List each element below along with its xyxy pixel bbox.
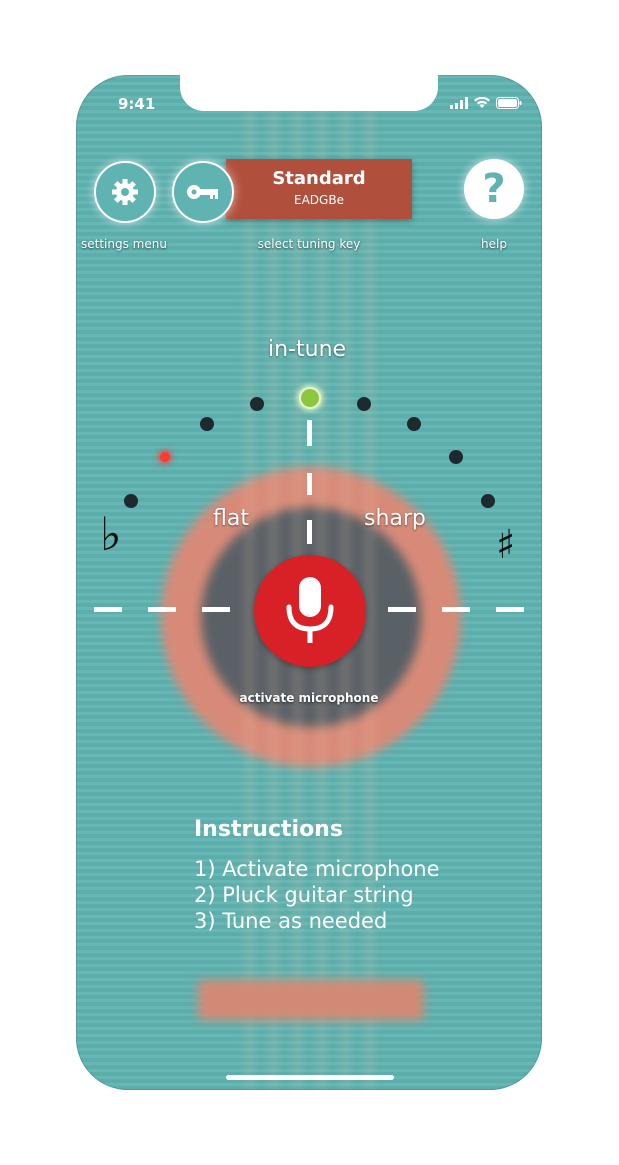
signal-icon xyxy=(450,97,468,109)
key-icon xyxy=(187,185,218,199)
status-icons xyxy=(450,97,522,109)
instruction-step: 1) Activate microphone xyxy=(194,857,440,881)
device-notch xyxy=(180,75,438,111)
battery-icon xyxy=(496,97,522,109)
microphone-icon xyxy=(286,577,334,643)
sharp-indicator-dot xyxy=(407,417,421,431)
help-button[interactable]: ? xyxy=(464,159,524,219)
flat-label: flat xyxy=(213,506,249,531)
instruction-step: 2) Pluck guitar string xyxy=(194,883,414,907)
flat-indicator-dot xyxy=(200,417,214,431)
flat-indicator-dot-active xyxy=(160,452,170,462)
in-tune-label: in-tune xyxy=(268,337,347,362)
horizontal-line-dash xyxy=(442,607,470,612)
help-label: help xyxy=(481,237,507,251)
instructions-title: Instructions xyxy=(194,817,343,842)
phone-screen: 9:41 settings menu Standard EADGBe selec… xyxy=(76,75,542,1090)
center-line-dash xyxy=(307,520,312,544)
horizontal-line-dash xyxy=(388,607,416,612)
tuning-selector[interactable]: Standard EADGBe xyxy=(226,159,412,219)
horizontal-line-dash xyxy=(202,607,230,612)
microphone-label: activate microphone xyxy=(239,691,379,705)
guitar-bridge xyxy=(198,980,424,1020)
tuning-name: Standard xyxy=(272,168,366,189)
help-icon: ? xyxy=(482,166,506,212)
guitar-string xyxy=(248,75,251,1090)
horizontal-line-dash xyxy=(148,607,176,612)
flat-indicator-dot xyxy=(250,397,264,411)
microphone-button[interactable] xyxy=(254,555,366,667)
home-indicator[interactable] xyxy=(226,1075,394,1080)
sharp-label: sharp xyxy=(364,506,426,531)
center-line-dash xyxy=(307,420,312,446)
settings-label: settings menu xyxy=(81,237,167,251)
settings-button[interactable] xyxy=(94,161,156,223)
status-time: 9:41 xyxy=(118,95,156,113)
horizontal-line-dash xyxy=(496,607,524,612)
flat-indicator-dot xyxy=(124,494,138,508)
sharp-indicator-dot xyxy=(357,397,371,411)
flat-symbol: ♭ xyxy=(100,507,122,561)
instruction-step: 3) Tune as needed xyxy=(194,909,388,933)
wifi-icon xyxy=(474,97,490,108)
gear-icon xyxy=(112,179,138,205)
in-tune-indicator-dot xyxy=(299,387,321,409)
horizontal-line-dash xyxy=(94,607,122,612)
key-button[interactable] xyxy=(172,161,234,223)
sharp-symbol: ♯ xyxy=(496,521,516,568)
sharp-indicator-dot xyxy=(481,494,495,508)
guitar-string xyxy=(368,75,371,1090)
sharp-indicator-dot xyxy=(449,450,463,464)
center-line-dash xyxy=(307,473,312,495)
tuning-notes: EADGBe xyxy=(294,193,344,207)
tuning-label: select tuning key xyxy=(257,237,361,251)
